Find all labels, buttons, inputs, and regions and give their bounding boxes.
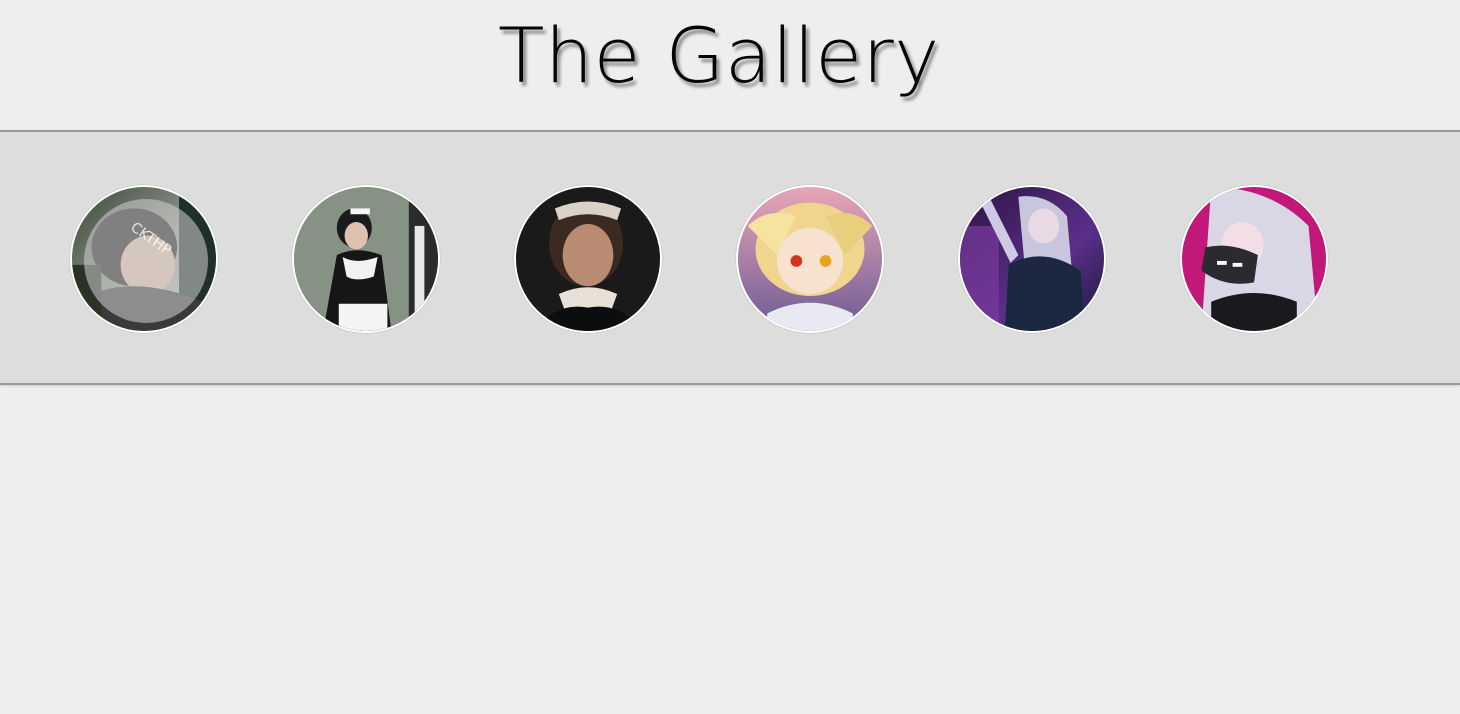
gallery-thumb-2[interactable]	[292, 185, 440, 333]
gallery-thumb-6[interactable]	[1180, 185, 1328, 333]
gallery-thumb-4[interactable]	[736, 185, 884, 333]
gallery-thumb-3[interactable]	[514, 185, 662, 333]
hover-overlay	[84, 199, 208, 323]
thumb-image-4	[738, 187, 882, 331]
thumb-image-3	[516, 187, 660, 331]
thumb-image-6	[1182, 187, 1326, 331]
gallery-thumb-1[interactable]: CKTHP	[70, 185, 218, 333]
header: The Gallery	[0, 0, 1460, 130]
thumb-image-2	[294, 187, 438, 331]
thumb-image-5	[960, 187, 1104, 331]
page-title: The Gallery	[498, 11, 940, 100]
gallery-thumb-5[interactable]	[958, 185, 1106, 333]
gallery-strip: CKTHP	[0, 130, 1460, 385]
